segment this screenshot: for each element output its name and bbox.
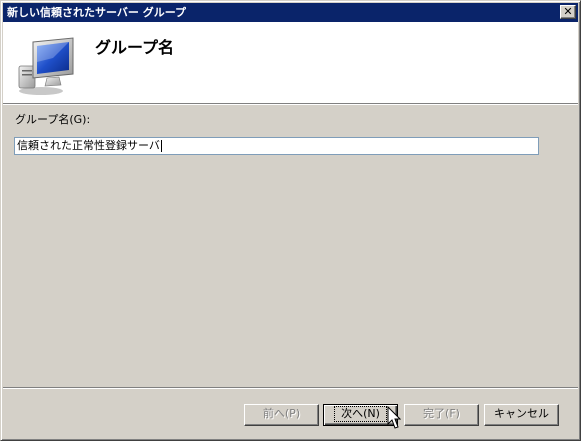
group-name-input[interactable]: 信頼された正常性登録サーバ [14,137,539,155]
group-name-label: グループ名(G): [15,113,91,126]
next-button-label: 次へ(N) [334,406,387,422]
close-icon: ✕ [563,5,573,18]
cancel-button-label: キャンセル [494,407,549,420]
window-title: 新しい信頼されたサーバー グループ [7,6,187,19]
monitor-icon [18,37,74,95]
back-button-label: 前へ(P) [262,407,301,420]
group-name-value: 信頼された正常性登録サーバ [17,139,160,152]
text-caret [160,140,162,152]
header-panel: グループ名 [3,22,578,103]
cancel-button[interactable]: キャンセル [484,404,559,426]
wizard-dialog: 新しい信頼されたサーバー グループ ✕ グループ名 グループ名(G): 信頼され… [0,0,581,441]
page-heading: グループ名 [95,38,175,57]
header-divider-highlight [3,104,578,105]
mouse-pointer-icon [387,406,401,429]
footer-divider-highlight [3,388,578,389]
finish-button-label: 完了(F) [423,407,460,420]
finish-button[interactable]: 完了(F) [404,404,479,426]
back-button[interactable]: 前へ(P) [244,404,319,426]
close-button[interactable]: ✕ [560,5,576,19]
title-bar[interactable]: 新しい信頼されたサーバー グループ ✕ [3,3,578,22]
